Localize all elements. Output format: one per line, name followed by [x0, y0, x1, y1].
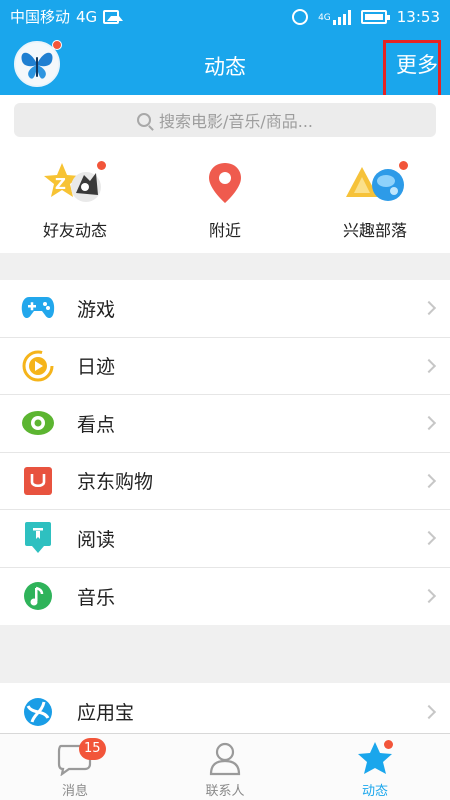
image-notification-icon [103, 9, 124, 24]
search-input[interactable]: 搜索电影/音乐/商品... [14, 103, 436, 137]
list-item-label: 音乐 [77, 586, 116, 609]
avatar-notification-dot [52, 40, 62, 50]
app-store-icon [21, 695, 55, 729]
message-bubble-icon: 15 [55, 738, 106, 777]
quick-item-interest-tribe[interactable]: 兴趣部落 [310, 159, 440, 241]
chevron-right-icon [421, 473, 437, 488]
list-item-games[interactable]: 游戏 [0, 280, 450, 338]
tab-label: 消息 [61, 784, 88, 799]
quick-item-nearby[interactable]: 附近 [160, 159, 290, 241]
list-item-jd-shopping[interactable]: 京东购物 [0, 453, 450, 510]
list-item-label: 日迹 [77, 356, 116, 379]
music-note-icon [21, 579, 55, 613]
contacts-person-icon [205, 740, 245, 776]
tab-feed[interactable]: 动态 [300, 740, 450, 799]
quick-item-friends-feed[interactable]: Z 好友动态 [10, 159, 140, 241]
app-list: 应用宝 [0, 683, 450, 733]
quick-item-label: 附近 [208, 221, 241, 240]
notification-dot [97, 161, 106, 170]
list-item-app-store[interactable]: 应用宝 [0, 683, 450, 733]
signal-icon [332, 9, 351, 25]
tab-contacts[interactable]: 联系人 [150, 740, 300, 799]
tab-messages[interactable]: 15 消息 [0, 738, 150, 799]
network-label: 4G [76, 7, 98, 26]
bookmark-icon [21, 521, 55, 555]
notification-dot [384, 740, 393, 749]
search-section: 搜索电影/音乐/商品... [0, 95, 450, 145]
list-item-music[interactable]: 音乐 [0, 568, 450, 626]
notification-dot [399, 161, 408, 170]
eye-icon [21, 406, 55, 440]
list-item-label: 应用宝 [77, 702, 135, 725]
status-bar: 中国移动 4G 4G 13:53 [0, 0, 450, 33]
interest-tribe-icon [340, 159, 410, 207]
play-circle-icon [21, 349, 55, 383]
chevron-right-icon [421, 301, 437, 316]
search-placeholder: 搜索电影/音乐/商品... [158, 112, 314, 131]
gamepad-icon [21, 291, 55, 325]
tab-label: 动态 [361, 784, 388, 799]
chevron-right-icon [421, 358, 437, 373]
carrier-label: 中国移动 [10, 8, 71, 26]
clock-time: 13:53 [396, 7, 440, 26]
alarm-icon [292, 8, 309, 25]
battery-icon [360, 9, 390, 24]
list-item-label: 游戏 [77, 298, 116, 321]
quick-entries: Z 好友动态 附近 兴趣部落 [0, 145, 450, 253]
tab-label: 联系人 [205, 784, 245, 799]
list-item-daily-trace[interactable]: 日迹 [0, 338, 450, 395]
friends-feed-icon: Z [40, 159, 110, 207]
location-pin-icon [190, 159, 260, 207]
bottom-tab-bar: 15 消息 联系人 动态 [0, 733, 450, 800]
chevron-right-icon [421, 704, 437, 719]
list-item-kandian[interactable]: 看点 [0, 395, 450, 453]
list-item-label: 阅读 [77, 528, 116, 551]
list-item-reading[interactable]: 阅读 [0, 510, 450, 568]
list-item-label: 京东购物 [77, 471, 154, 494]
chevron-right-icon [421, 416, 437, 431]
signal-type-label: 4G [318, 12, 331, 23]
list-item-label: 看点 [77, 413, 116, 436]
feature-list: 游戏 日迹 看点 京东购物 阅读 音乐 [0, 280, 450, 625]
quick-item-label: 好友动态 [42, 221, 107, 240]
chevron-right-icon [421, 531, 437, 546]
jd-shopping-icon [21, 464, 55, 498]
unread-count-badge: 15 [79, 738, 106, 760]
quick-item-label: 兴趣部落 [342, 221, 407, 240]
chevron-right-icon [421, 589, 437, 604]
svg-text:Z: Z [55, 175, 66, 193]
star-icon [355, 740, 395, 776]
search-icon [136, 113, 151, 127]
